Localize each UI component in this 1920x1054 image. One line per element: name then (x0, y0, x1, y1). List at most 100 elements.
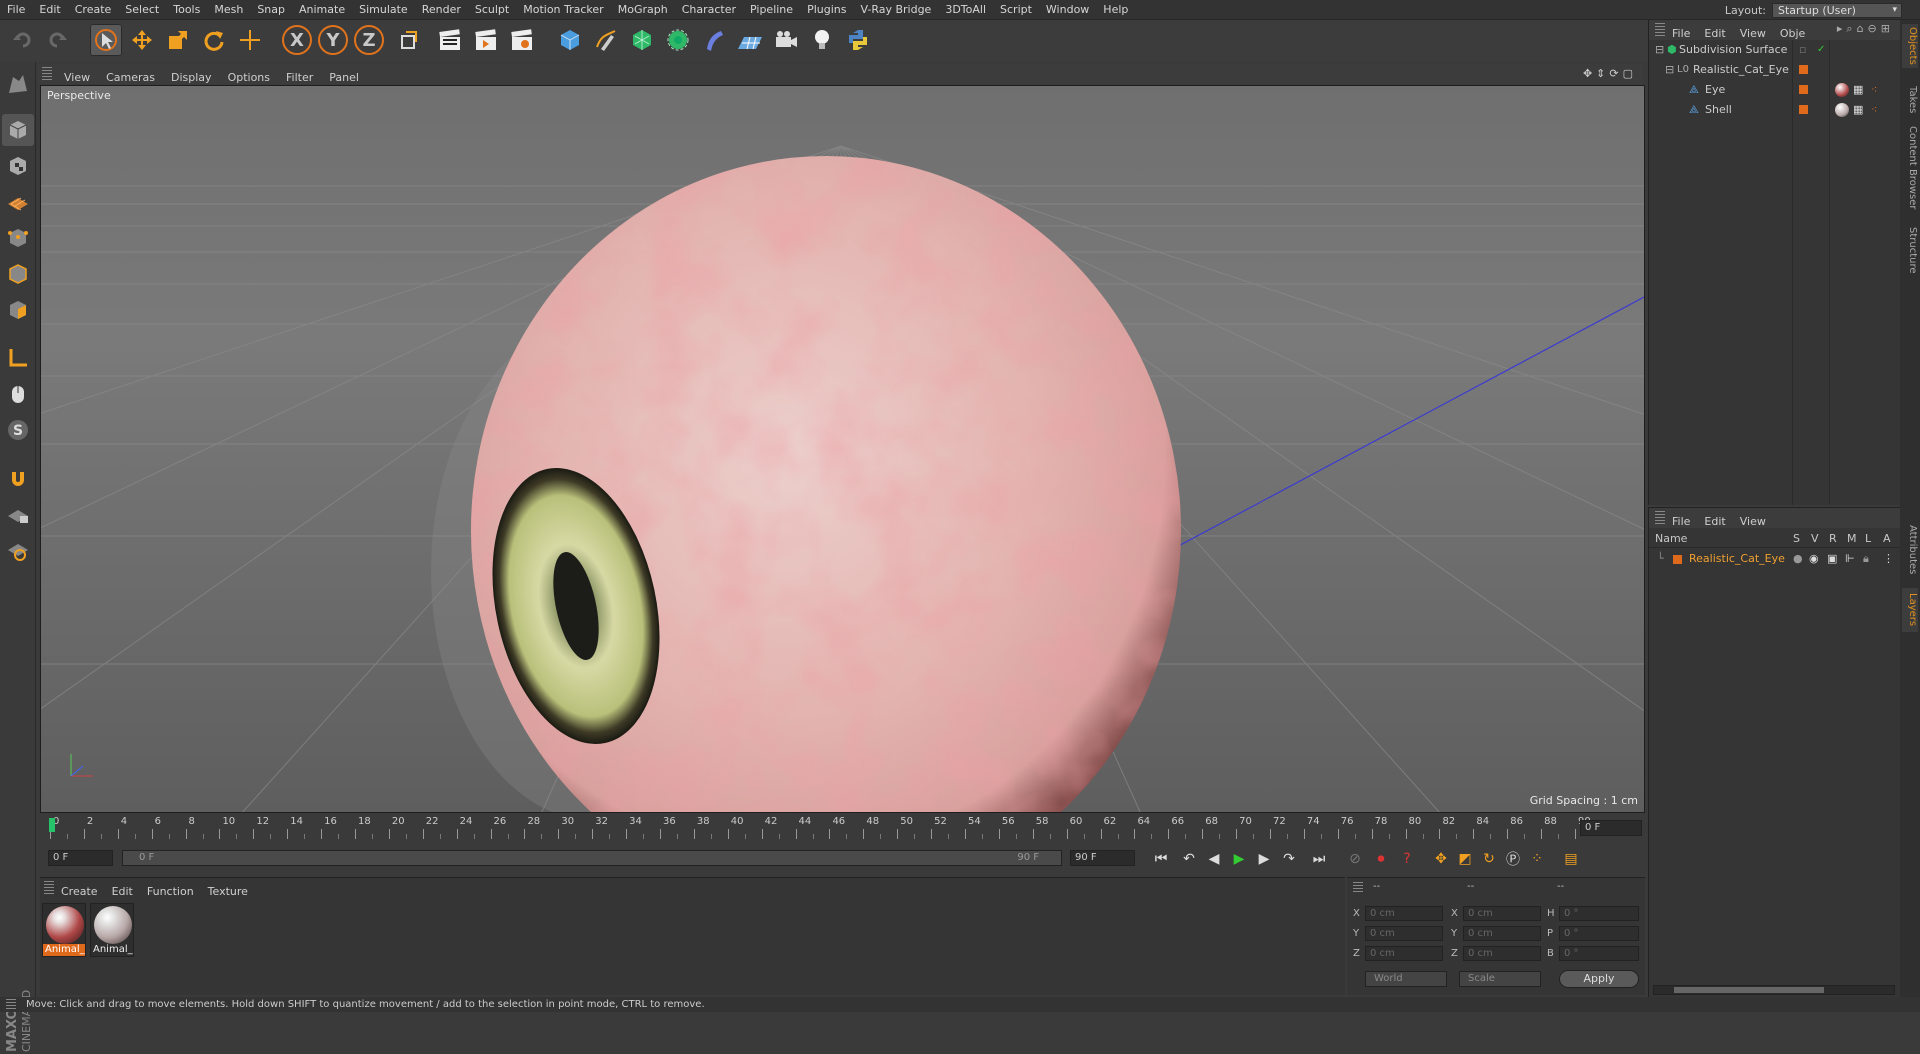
scale-mode-dropdown[interactable]: Scale (1459, 971, 1541, 987)
apply-button[interactable]: Apply (1559, 970, 1639, 988)
timeline-window-button[interactable]: ▤ (1560, 848, 1582, 870)
layer-color-swatch[interactable] (1799, 85, 1808, 94)
frame-range-slider[interactable]: 0 F 90 F (122, 850, 1062, 866)
lock-workplane-button[interactable] (2, 498, 34, 530)
prev-frame-button[interactable]: ◀ (1203, 848, 1225, 870)
scrollbar-thumb[interactable] (1674, 987, 1824, 993)
key-param-button[interactable]: Ⓟ (1502, 848, 1524, 870)
axis-mode-button[interactable] (2, 342, 34, 374)
playhead-marker[interactable] (49, 818, 55, 832)
magnet-button[interactable] (2, 462, 34, 494)
coordinate-mode-dropdown[interactable]: World (1365, 971, 1447, 987)
menu-help[interactable]: Help (1096, 0, 1135, 19)
scale-tool-button[interactable] (162, 24, 194, 56)
redo-button[interactable] (42, 24, 74, 56)
add-light-button[interactable] (806, 24, 838, 56)
collapse-icon[interactable]: ⊟ (1655, 40, 1664, 60)
pos-x-field[interactable]: 0 cm (1365, 906, 1443, 921)
layer-menu-view[interactable]: View (1733, 512, 1773, 532)
animation-toggle-icon[interactable]: ⋮ (1883, 549, 1894, 569)
material-menu-create[interactable]: Create (54, 882, 105, 902)
menu-select[interactable]: Select (118, 0, 166, 19)
object-row[interactable]: ⟁ Eye ▦ ⁖ (1649, 80, 1901, 100)
z-axis-lock-button[interactable]: Z (354, 25, 384, 55)
record-keys-button[interactable]: ⊘ (1344, 848, 1366, 870)
points-mode-button[interactable] (2, 222, 34, 254)
tab-takes[interactable]: Takes (1902, 82, 1918, 118)
key-rotation-button[interactable]: ↻ (1478, 848, 1500, 870)
material-menu-edit[interactable]: Edit (105, 882, 140, 902)
menu-create[interactable]: Create (68, 0, 119, 19)
menu-plugins[interactable]: Plugins (800, 0, 853, 19)
planar-workplane-button[interactable] (2, 534, 34, 566)
polygons-mode-button[interactable] (2, 294, 34, 326)
y-axis-lock-button[interactable]: Y (318, 25, 348, 55)
menu-3dtoall[interactable]: 3DToAll (938, 0, 993, 19)
key-position-button[interactable]: ✥ (1430, 848, 1452, 870)
visible-eye-icon[interactable]: ◉ (1809, 549, 1819, 569)
rot-b-field[interactable]: 0 ° (1559, 946, 1639, 961)
size-z-field[interactable]: 0 cm (1463, 946, 1541, 961)
horizontal-scrollbar[interactable] (1653, 985, 1895, 995)
goto-start-button[interactable]: ⏮ (1150, 848, 1172, 870)
menu-render[interactable]: Render (415, 0, 468, 19)
menu-motion-tracker[interactable]: Motion Tracker (516, 0, 610, 19)
live-selection-button[interactable] (90, 24, 122, 56)
add-camera-button[interactable] (770, 24, 802, 56)
rotate-tool-button[interactable] (198, 24, 230, 56)
key-scale-button[interactable]: ◩ (1454, 848, 1476, 870)
key-pla-button[interactable]: ⁘ (1526, 848, 1548, 870)
model-mode-button[interactable] (2, 114, 34, 146)
coordinate-system-button[interactable] (392, 24, 424, 56)
texture-mode-button[interactable] (2, 150, 34, 182)
perspective-viewport[interactable]: Perspective Grid Spacing : 1 cm (40, 85, 1645, 813)
object-row[interactable]: ⊟ ⬢ Subdivision Surface ▫ ✓ (1649, 40, 1901, 60)
uvw-tag-icon[interactable]: ▦ (1853, 80, 1863, 100)
object-manager-tools-icons[interactable]: ▸⌕⌂⊖⊞ (1837, 22, 1894, 36)
menu-mograph[interactable]: MoGraph (611, 0, 675, 19)
snap-button[interactable]: S (2, 414, 34, 446)
tab-structure[interactable]: Structure (1902, 220, 1918, 280)
material-tag-icon[interactable] (1835, 103, 1849, 117)
tab-attributes[interactable]: Attributes (1902, 515, 1918, 585)
add-deformer-button[interactable] (698, 24, 730, 56)
rot-h-field[interactable]: 0 ° (1559, 906, 1639, 921)
prev-key-button[interactable]: ↶ (1178, 848, 1200, 870)
python-script-button[interactable] (842, 24, 874, 56)
move-tool-button[interactable] (126, 24, 158, 56)
object-row[interactable]: ⟁ Shell ▦ ⁖ (1649, 100, 1901, 120)
material-swatch[interactable]: Animal_ (42, 903, 86, 957)
manager-toggle-icon[interactable]: ⊩ (1845, 549, 1855, 569)
phong-tag-icon[interactable]: ⁖ (1871, 80, 1877, 100)
menu-tools[interactable]: Tools (166, 0, 207, 19)
add-generator-button[interactable] (626, 24, 658, 56)
goto-end-button[interactable]: ⏭ (1308, 848, 1330, 870)
end-frame-field[interactable]: 90 F (1070, 850, 1135, 866)
lock-icon[interactable]: 🔒︎ (1863, 549, 1869, 569)
material-menu-function[interactable]: Function (140, 882, 201, 902)
menu-mesh[interactable]: Mesh (207, 0, 250, 19)
size-x-field[interactable]: 0 cm (1463, 906, 1541, 921)
transform-tool-button[interactable] (234, 24, 266, 56)
edges-mode-button[interactable] (2, 258, 34, 290)
uvw-tag-icon[interactable]: ▦ (1853, 100, 1863, 120)
pos-y-field[interactable]: 0 cm (1365, 926, 1443, 941)
material-menu-texture[interactable]: Texture (201, 882, 255, 902)
menu-file[interactable]: File (0, 0, 32, 19)
layer-color-swatch[interactable] (1799, 65, 1808, 74)
material-tag-icon[interactable] (1835, 83, 1849, 97)
tab-objects[interactable]: Objects (1902, 24, 1918, 68)
pos-z-field[interactable]: 0 cm (1365, 946, 1443, 961)
layout-dropdown[interactable]: Startup (User) (1772, 2, 1902, 18)
render-view-button[interactable] (434, 24, 466, 56)
menu-edit[interactable]: Edit (32, 0, 67, 19)
viewport-nav-icons[interactable]: ✥⇕⟳▢ (1583, 67, 1637, 80)
x-axis-lock-button[interactable]: X (282, 25, 312, 55)
layer-menu-edit[interactable]: Edit (1697, 512, 1732, 532)
material-swatch[interactable]: Animal_ (90, 903, 134, 957)
add-cube-button[interactable] (554, 24, 586, 56)
auto-key-button[interactable]: ⏺ (1370, 848, 1392, 870)
tweak-mode-button[interactable] (2, 378, 34, 410)
layer-color-swatch[interactable] (1673, 555, 1682, 564)
enabled-check-icon[interactable]: ✓ (1817, 40, 1825, 60)
